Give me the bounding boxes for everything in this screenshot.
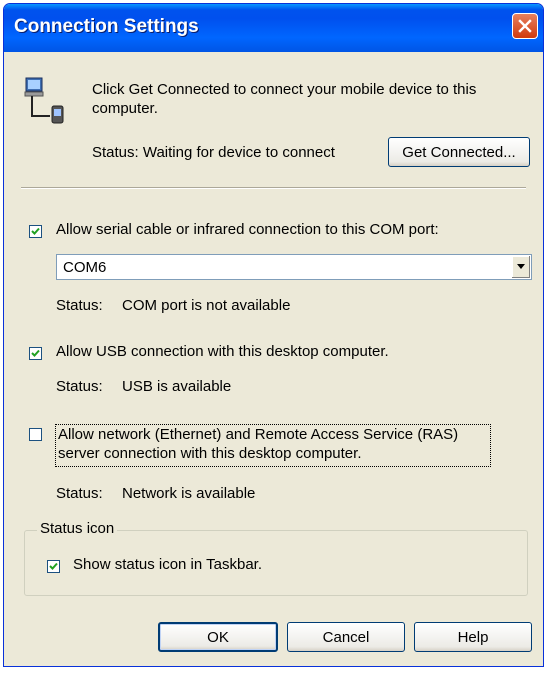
connection-settings-dialog: Connection Settings Click Get Connected …	[3, 3, 544, 667]
dialog-title: Connection Settings	[14, 16, 199, 37]
ok-label: OK	[207, 628, 229, 646]
com-port-select[interactable]: COM6	[56, 254, 532, 280]
intro-text-line1: Click Get Connected to connect your mobi…	[92, 81, 477, 98]
close-icon	[518, 19, 532, 33]
device-connection-icon	[24, 77, 64, 124]
com-port-value: COM6	[63, 259, 107, 276]
help-label: Help	[457, 628, 489, 646]
network-checkbox[interactable]	[29, 428, 42, 441]
intro-text-line2: computer.	[92, 100, 158, 117]
separator	[21, 187, 526, 189]
serial-status-label: Status:	[56, 297, 103, 314]
close-button[interactable]	[512, 13, 538, 39]
network-status-value: Network is available	[122, 485, 256, 502]
usb-status-label: Status:	[56, 378, 103, 395]
serial-status-value: COM port is not available	[122, 297, 291, 314]
title-bar[interactable]: Connection Settings	[4, 4, 543, 52]
chevron-down-icon	[517, 264, 525, 269]
ok-button[interactable]: OK	[158, 622, 278, 652]
cancel-label: Cancel	[322, 628, 370, 646]
show-status-icon-label[interactable]: Show status icon in Taskbar.	[73, 556, 262, 573]
network-checkbox-label-line1[interactable]: Allow network (Ethernet) and Remote Acce…	[58, 426, 458, 443]
serial-checkbox[interactable]	[29, 225, 42, 238]
network-checkbox-label-line2[interactable]: server connection with this desktop comp…	[58, 445, 362, 462]
get-connected-button[interactable]: Get Connected...	[388, 137, 530, 167]
connection-status-text: Status: Waiting for device to connect	[92, 144, 335, 161]
usb-status-value: USB is available	[122, 378, 232, 395]
serial-checkbox-label[interactable]: Allow serial cable or infrared connectio…	[56, 221, 439, 238]
checkmark-icon	[31, 349, 40, 357]
cancel-button[interactable]: Cancel	[287, 622, 405, 652]
show-status-icon-checkbox[interactable]	[47, 560, 60, 573]
checkmark-icon	[49, 562, 58, 570]
usb-checkbox-label[interactable]: Allow USB connection with this desktop c…	[56, 343, 389, 360]
network-status-label: Status:	[56, 485, 103, 502]
usb-checkbox[interactable]	[29, 347, 42, 360]
combo-dropdown-button[interactable]	[511, 256, 530, 278]
status-icon-group-legend: Status icon	[37, 520, 118, 537]
get-connected-label: Get Connected...	[402, 143, 516, 161]
help-button[interactable]: Help	[414, 622, 532, 652]
checkmark-icon	[31, 227, 40, 235]
